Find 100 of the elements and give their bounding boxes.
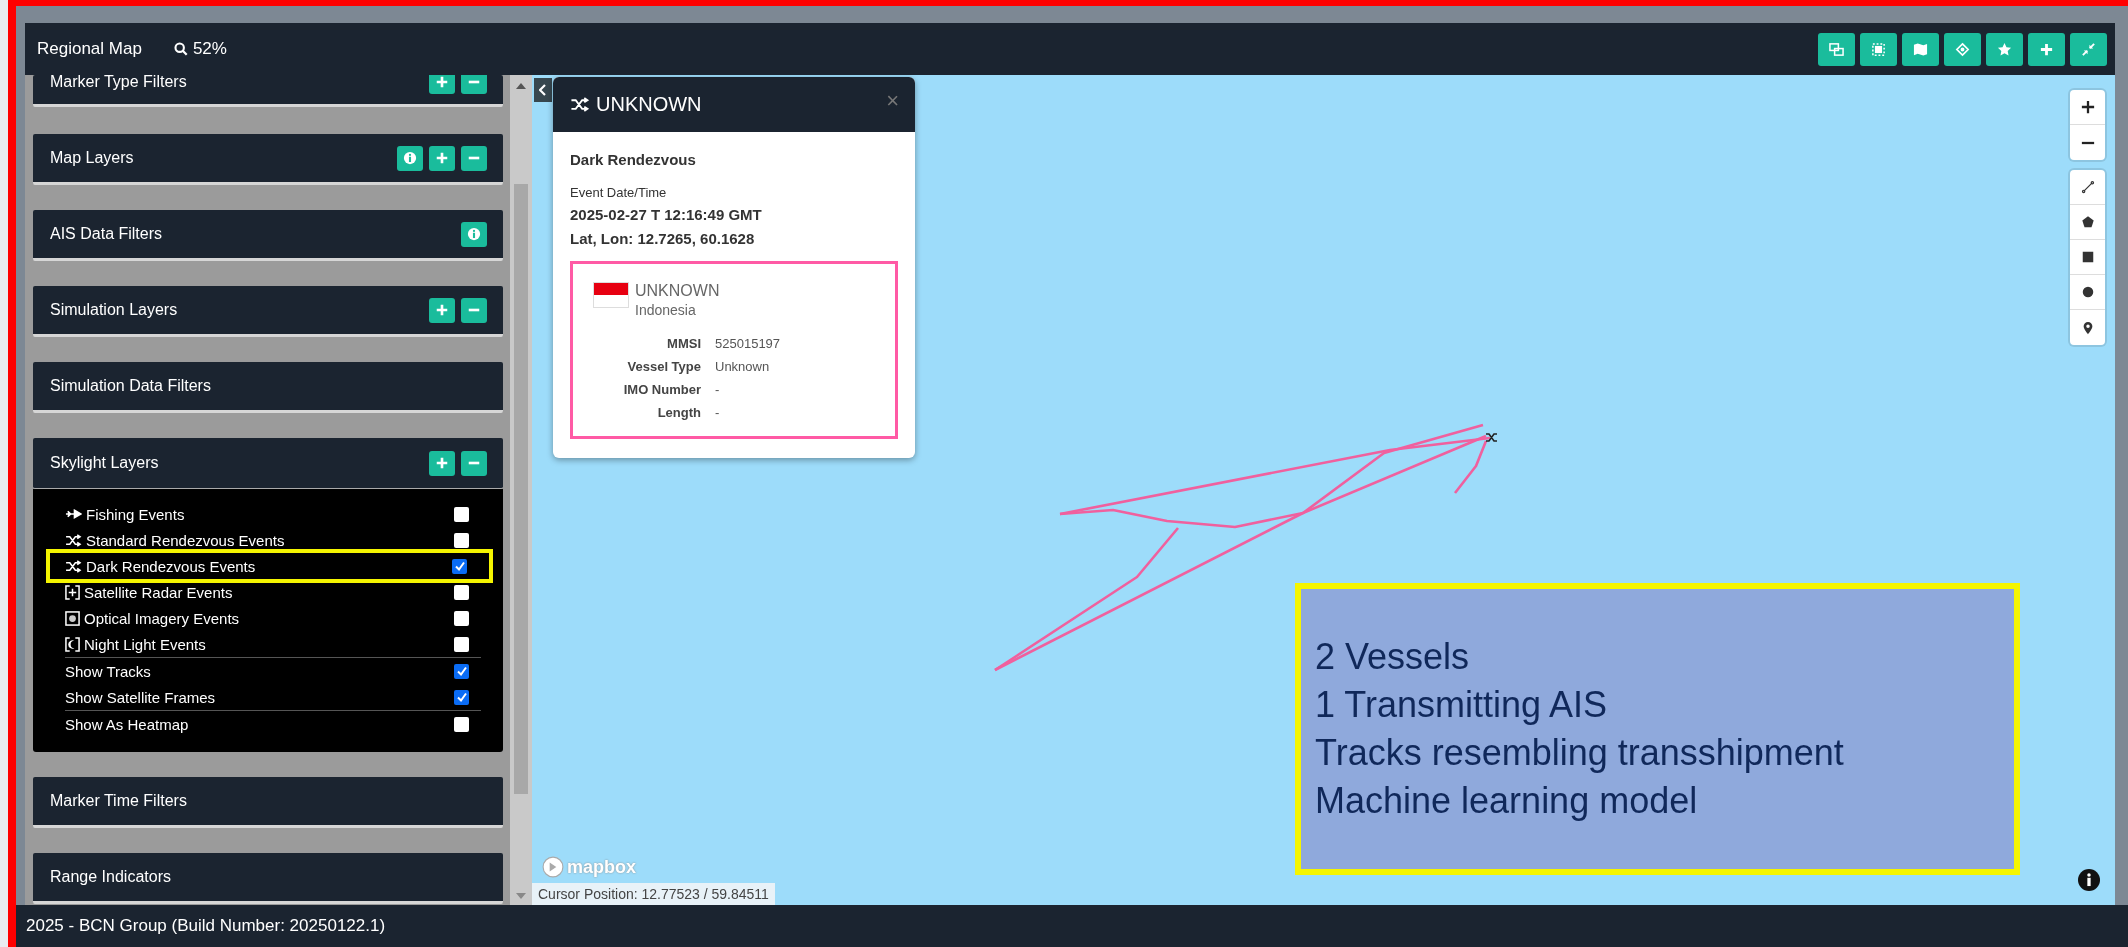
bracketed-plus-icon (65, 584, 80, 600)
field-label: IMO Number (622, 382, 701, 397)
diamond-icon (1955, 41, 1970, 57)
frames-tool-button[interactable] (1818, 32, 1855, 66)
checkbox[interactable] (454, 716, 469, 732)
panel-title: Simulation Layers (50, 301, 178, 319)
event-position: Lat, Lon: 12.7265, 60.1628 (570, 230, 756, 247)
layer-label: Fishing Events (86, 505, 186, 523)
panel-title: AIS Data Filters (50, 225, 163, 243)
panel-header[interactable]: Map Layers (33, 134, 503, 185)
scrollbar[interactable] (510, 75, 532, 905)
map-tool-button[interactable] (1902, 32, 1939, 66)
plus-icon (2039, 41, 2054, 57)
panel-header[interactable]: Marker Time Filters (33, 777, 503, 828)
compress-tool-button[interactable] (2070, 32, 2107, 66)
fish-icon (65, 508, 82, 520)
panel-title: Skylight Layers (50, 454, 159, 472)
checkbox[interactable] (454, 663, 469, 679)
checkbox[interactable] (454, 584, 469, 600)
collapse-button[interactable] (534, 78, 552, 102)
checkbox[interactable] (454, 636, 469, 652)
field-label: Length (656, 405, 701, 420)
chevron-left-icon (539, 84, 547, 96)
scroll-thumb[interactable] (514, 184, 528, 794)
plus-icon (2080, 100, 2095, 114)
footer-text: 2025 - BCN Group (Build Number: 20250122.1) (25, 916, 386, 936)
field-label: MMSI (666, 336, 701, 351)
field-label: Event Date/Time (570, 185, 668, 200)
plus-icon (435, 456, 449, 470)
shuffle-icon[interactable] (1485, 433, 1498, 442)
close-button[interactable]: × (886, 87, 899, 114)
annotation-line: 1 Transmitting AIS (1315, 683, 1609, 727)
layer-label: Show As Heatmap (65, 715, 190, 733)
panel-title: Range Indicators (50, 868, 171, 886)
star-icon (1997, 41, 2012, 57)
info-icon (403, 151, 417, 165)
flag-icon (593, 282, 629, 308)
popup-title: UNKNOWN (596, 93, 702, 116)
info-button[interactable] (461, 221, 487, 247)
search-icon (173, 42, 188, 56)
layer-label: Satellite Radar Events (84, 583, 234, 601)
map-title: Regional Map (37, 39, 142, 59)
checkbox[interactable] (454, 532, 469, 548)
cursor-position: Cursor Position: 12.77523 / 59.84511 (532, 883, 775, 905)
panel-header[interactable]: Range Indicators (33, 853, 503, 904)
plus-icon (435, 151, 449, 165)
scroll-up-icon[interactable] (516, 83, 526, 89)
plus-icon (435, 303, 449, 317)
layer-label: Optical Imagery Events (84, 609, 241, 627)
square-icon (2080, 250, 2095, 264)
info-icon[interactable] (2078, 869, 2100, 891)
field-label: Vessel Type (626, 359, 701, 374)
panel-title: Marker Time Filters (50, 792, 187, 810)
star-tool-button[interactable] (1986, 32, 2023, 66)
info-button[interactable] (397, 145, 423, 171)
panel-header[interactable]: AIS Data Filters (33, 210, 503, 261)
minus-button[interactable] (461, 450, 487, 476)
shuffle-icon (570, 97, 590, 112)
vessel-country: Indonesia (635, 302, 697, 318)
event-type: Dark Rendezvous (570, 151, 697, 168)
pentagon-icon (2080, 215, 2095, 229)
panel-title: Simulation Data Filters (50, 377, 211, 395)
event-datetime: 2025-02-27 T 12:16:49 GMT (570, 206, 763, 223)
annotation-line: 2 Vessels (1315, 635, 1471, 679)
layer-label: Night Light Events (84, 635, 207, 653)
plus-button[interactable] (429, 145, 455, 171)
overlapping-squares-icon (1829, 41, 1844, 57)
select-tool-button[interactable] (1860, 32, 1897, 66)
map-icon (1913, 41, 1928, 57)
field-value: - (715, 382, 721, 397)
plus-button[interactable] (429, 450, 455, 476)
info-icon (467, 227, 481, 241)
plus-icon (435, 75, 449, 89)
moon-icon (65, 636, 80, 652)
selection-icon (1871, 41, 1886, 57)
line-icon (2080, 180, 2095, 194)
shuffle-icon (65, 559, 82, 573)
minus-button[interactable] (461, 145, 487, 171)
plus-tool-button[interactable] (2028, 32, 2065, 66)
compress-icon (2081, 41, 2096, 57)
checkbox[interactable] (454, 610, 469, 626)
zoom-level: 52% (192, 39, 227, 59)
shuffle-icon (65, 533, 82, 547)
mapbox-logo-icon (542, 856, 564, 878)
checkbox[interactable] (452, 558, 467, 574)
panel-header[interactable]: Skylight Layers (33, 438, 503, 489)
annotation-line: Machine learning model (1315, 779, 1699, 823)
checkbox[interactable] (454, 506, 469, 522)
checkbox[interactable] (454, 689, 469, 705)
layer-label: Show Tracks (65, 662, 152, 680)
map-area[interactable] (532, 75, 2115, 905)
layer-label: Show Satellite Frames (65, 688, 217, 706)
target-tool-button[interactable] (1944, 32, 1981, 66)
panel-title: Marker Type Filters (50, 75, 187, 91)
plus-button[interactable] (429, 297, 455, 323)
panel-header[interactable]: Simulation Layers (33, 286, 503, 337)
layer-label: Dark Rendezvous Events (86, 557, 257, 575)
field-value: 525015197 (715, 336, 782, 351)
minus-button[interactable] (461, 297, 487, 323)
panel-header[interactable]: Simulation Data Filters (33, 362, 503, 413)
